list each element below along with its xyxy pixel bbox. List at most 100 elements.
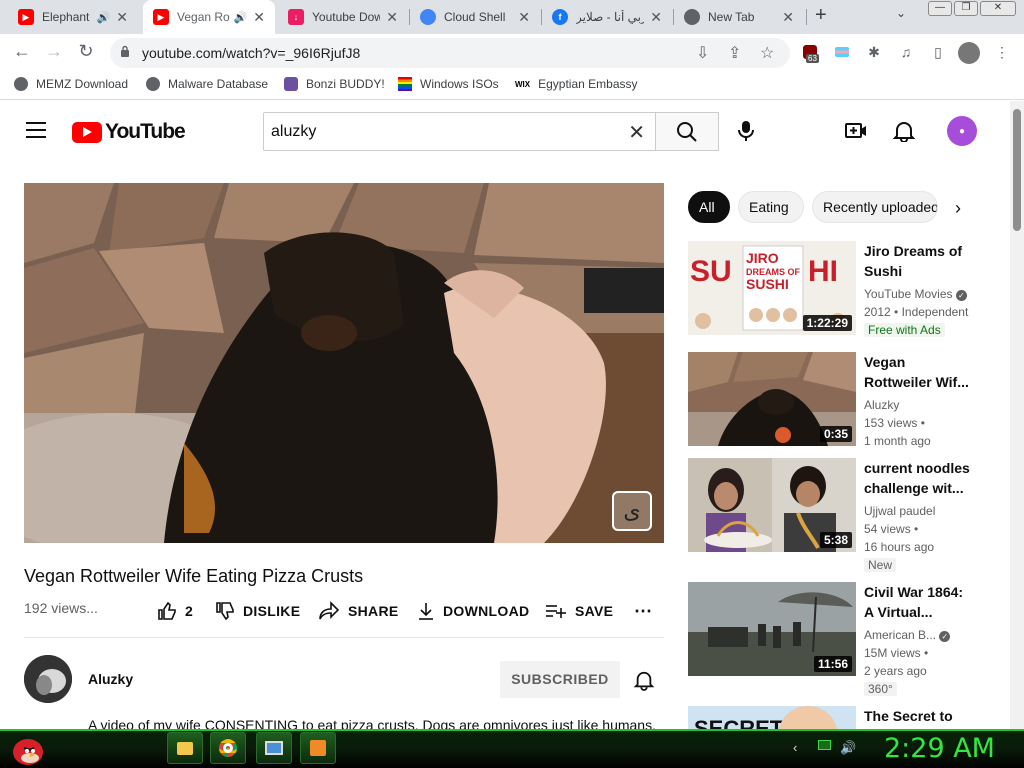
close-tab-icon[interactable]: ✕ xyxy=(518,9,530,26)
tab-search-chevron-icon[interactable]: ⌄ xyxy=(896,6,906,20)
close-tab-icon[interactable]: ✕ xyxy=(782,9,794,26)
channel-name[interactable]: Aluzky xyxy=(88,671,133,687)
taskbar-window-app[interactable] xyxy=(256,732,292,764)
like-button[interactable]: 2 xyxy=(157,601,193,621)
video-thumbnail[interactable]: SU HI JIRO DREAMS OF SUSHI 1:22:29 xyxy=(688,241,856,335)
search-input[interactable]: aluzky xyxy=(271,123,316,141)
recommendation-channel[interactable]: YouTube Movies ✓ xyxy=(864,285,974,303)
install-icon[interactable]: ⇩ xyxy=(696,43,709,63)
minimize-button[interactable]: — xyxy=(928,1,952,16)
recommendation-channel[interactable]: Ujjwal paudel xyxy=(864,502,974,520)
ublock-extension-icon[interactable]: 63 xyxy=(800,42,820,63)
chip-recently-uploaded[interactable]: Recently uploaded xyxy=(812,191,938,223)
taskbar-file-explorer[interactable] xyxy=(167,732,203,764)
speaker-icon[interactable]: 🔊 xyxy=(234,11,248,24)
tab-cloud-shell[interactable]: Cloud Shell ✕ xyxy=(410,0,540,34)
media-control-icon[interactable]: ♫ xyxy=(896,42,916,62)
recommendation-item[interactable]: SU HI JIRO DREAMS OF SUSHI 1:22:29 Jiro … xyxy=(688,241,1008,341)
video-thumbnail[interactable]: SECRET xyxy=(688,706,856,729)
close-tab-icon[interactable]: ✕ xyxy=(116,9,128,26)
recommendation-item[interactable]: 5:38 current noodles challenge wit... Uj… xyxy=(688,458,1008,576)
lock-icon[interactable] xyxy=(120,45,130,57)
subscribed-button[interactable]: SUBSCRIBED xyxy=(500,661,620,698)
share-icon[interactable]: ⇪ xyxy=(728,43,741,63)
tab-vegan-rottweiler[interactable]: ▶ Vegan Ro 🔊 ✕ xyxy=(143,0,275,34)
microphone-icon[interactable] xyxy=(736,120,756,142)
rainbow-flag-icon xyxy=(398,77,412,91)
recommendation-title[interactable]: current noodles challenge wit... xyxy=(864,458,974,498)
save-button[interactable]: SAVE xyxy=(545,601,613,621)
recommendation-title[interactable]: Civil War 1864: A Virtual... xyxy=(864,582,974,622)
create-video-icon[interactable] xyxy=(845,120,867,142)
search-box[interactable]: aluzky ✕ xyxy=(263,112,656,151)
svg-text:SUSHI: SUSHI xyxy=(746,276,789,292)
bookmark-windows-isos[interactable]: Windows ISOs xyxy=(398,77,499,91)
page-scrollbar[interactable] xyxy=(1010,101,1024,729)
recommendation-title[interactable]: The Secret to xyxy=(864,706,974,726)
speaker-icon[interactable]: 🔊 xyxy=(97,11,111,24)
channel-notifications-bell-icon[interactable] xyxy=(634,669,654,691)
tab-elephant[interactable]: ▶ Elephant 🔊 ✕ xyxy=(8,0,138,34)
download-button[interactable]: DOWNLOAD xyxy=(417,601,529,621)
bookmark-egyptian-embassy[interactable]: WIX Egyptian Embassy xyxy=(515,77,638,91)
start-button-angry-bird-icon[interactable] xyxy=(8,732,46,766)
close-tab-icon[interactable]: ✕ xyxy=(253,9,265,26)
recommendation-channel[interactable]: American B... ✓ xyxy=(864,626,974,644)
chip-eating[interactable]: Eating xyxy=(738,191,804,223)
recommendation-title[interactable]: Jiro Dreams of Sushi xyxy=(864,241,974,281)
extensions-puzzle-icon[interactable]: ✱ xyxy=(864,42,884,62)
maximize-button[interactable]: ❐ xyxy=(954,1,978,16)
url-text[interactable]: youtube.com/watch?v=_96I6RjufJ8 xyxy=(142,45,360,61)
chevron-right-icon[interactable]: › xyxy=(955,198,961,219)
side-panel-icon[interactable]: ▯ xyxy=(928,42,948,62)
hamburger-menu-icon[interactable] xyxy=(26,122,46,138)
more-actions-icon[interactable]: ⋯ xyxy=(634,601,652,622)
battery-icon[interactable] xyxy=(818,740,831,750)
tab-new-tab[interactable]: New Tab ✕ xyxy=(674,0,804,34)
bookmark-memz[interactable]: MEMZ Download xyxy=(14,77,128,91)
tab-facebook[interactable]: f عربي أنا - صلاير ✕ xyxy=(542,0,672,34)
dislike-button[interactable]: DISLIKE xyxy=(215,601,300,621)
account-avatar[interactable]: ● xyxy=(947,116,977,146)
back-button[interactable]: ← xyxy=(10,41,34,62)
video-thumbnail[interactable]: 11:56 xyxy=(688,582,856,676)
channel-watermark-icon[interactable]: ى xyxy=(612,491,652,531)
new-tab-button[interactable]: + xyxy=(815,4,827,27)
profile-avatar-icon[interactable] xyxy=(958,42,980,64)
bookmark-bonzi-buddy[interactable]: Bonzi BUDDY! xyxy=(284,77,385,91)
taskbar-clock[interactable]: 2:29 AM xyxy=(884,733,995,764)
bookmark-star-icon[interactable]: ☆ xyxy=(760,43,774,63)
channel-avatar[interactable] xyxy=(24,655,72,703)
recommendation-item[interactable]: 11:56 Civil War 1864: A Virtual... Ameri… xyxy=(688,582,1008,700)
share-button[interactable]: SHARE xyxy=(318,601,399,621)
recommendation-item[interactable]: 0:35 Vegan Rottweiler Wif... Aluzky 153 … xyxy=(688,352,1008,452)
recommendation-channel[interactable]: Aluzky xyxy=(864,396,974,414)
search-button[interactable] xyxy=(655,112,719,151)
video-thumbnail[interactable]: 0:35 xyxy=(688,352,856,446)
clear-search-icon[interactable]: ✕ xyxy=(628,120,645,145)
recommendation-item[interactable]: SECRET The Secret to xyxy=(688,706,1008,729)
taskbar-media-app[interactable] xyxy=(300,732,336,764)
youtube-logo[interactable]: YouTube xyxy=(72,120,186,144)
recommendation-title[interactable]: Vegan Rottweiler Wif... xyxy=(864,352,974,392)
forward-button[interactable]: → xyxy=(42,41,66,62)
chip-all[interactable]: All xyxy=(688,191,730,223)
scrollbar-thumb[interactable] xyxy=(1013,109,1021,231)
close-tab-icon[interactable]: ✕ xyxy=(386,9,398,26)
close-tab-icon[interactable]: ✕ xyxy=(650,9,662,26)
address-bar[interactable]: youtube.com/watch?v=_96I6RjufJ8 ⇩ ⇪ ☆ xyxy=(110,38,790,68)
video-thumbnail[interactable]: 5:38 xyxy=(688,458,856,552)
tab-youtube-download[interactable]: ↓ Youtube Dow ✕ xyxy=(278,0,408,34)
view-count[interactable]: 192 views... xyxy=(24,600,98,616)
reload-button[interactable]: ↻ xyxy=(74,41,98,62)
volume-icon[interactable]: 🔊 xyxy=(840,740,856,756)
extension-flag-icon[interactable] xyxy=(832,42,852,62)
add-to-playlist-icon xyxy=(546,605,566,618)
bookmark-malware-database[interactable]: Malware Database xyxy=(146,77,268,91)
taskbar-chrome[interactable] xyxy=(210,732,246,764)
close-window-button[interactable]: ✕ xyxy=(980,1,1016,16)
video-player[interactable]: ى xyxy=(24,183,664,543)
chrome-menu-icon[interactable]: ⋮ xyxy=(992,42,1012,62)
show-hidden-icons-chevron-icon[interactable]: ‹ xyxy=(793,740,797,755)
notifications-bell-icon[interactable] xyxy=(893,120,915,142)
